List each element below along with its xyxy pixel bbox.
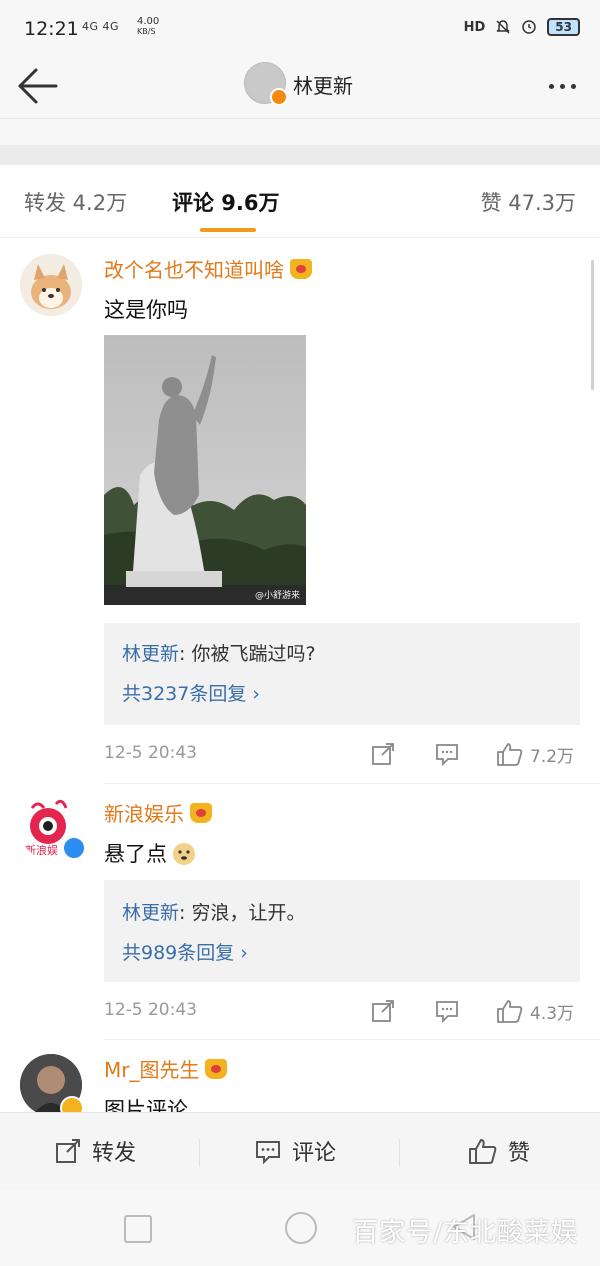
- reply-text: 穷浪，让开。: [191, 902, 306, 924]
- bar-separator: [399, 1139, 400, 1167]
- reply-count-link[interactable]: 共989条回复 ›: [122, 938, 248, 965]
- active-tab-indicator: [200, 228, 256, 232]
- like-button[interactable]: 7.2万: [496, 741, 574, 767]
- shiba-dog-avatar-icon: [20, 254, 82, 316]
- comment-image[interactable]: @小舒游来: [104, 335, 306, 605]
- comment-divider: [104, 1039, 600, 1040]
- alarm-icon: [522, 20, 537, 34]
- reply-author[interactable]: 林更新: [122, 902, 179, 924]
- comment-text: 悬了点: [104, 842, 167, 866]
- repost-button[interactable]: 转发: [54, 1135, 136, 1167]
- share-icon: [372, 1000, 394, 1022]
- recent-apps-button[interactable]: [124, 1215, 152, 1243]
- reply-button[interactable]: [434, 998, 460, 1024]
- reply-line: 林更新: 穷浪，让开。: [122, 898, 305, 925]
- reply-separator: :: [179, 643, 192, 665]
- network-speed-unit: KB/S: [137, 27, 156, 36]
- more-dot-icon: [548, 83, 554, 89]
- page-title[interactable]: 林更新: [293, 70, 353, 99]
- hd-icon: HD: [463, 19, 486, 35]
- comment-icon: [436, 744, 458, 767]
- thumbs-up-icon: [497, 743, 523, 766]
- watermark: 百家号/东北酸菜娱: [352, 1218, 578, 1248]
- share-button[interactable]: [370, 998, 396, 1024]
- like-button[interactable]: 赞: [468, 1135, 530, 1167]
- comment-timestamp: 12-5 20:43: [104, 743, 197, 763]
- network-indicator: 4G 4G: [82, 20, 120, 33]
- commenter-name-text: Mr_图先生: [104, 1058, 200, 1082]
- status-icons: HD 53: [464, 18, 580, 36]
- share-button[interactable]: [370, 741, 396, 767]
- like-count: 4.3万: [530, 1003, 575, 1024]
- home-button[interactable]: [285, 1212, 317, 1244]
- like-count: 7.2万: [530, 746, 575, 767]
- repost-icon: [56, 1139, 80, 1163]
- reply-button[interactable]: [434, 741, 460, 767]
- comment-icon: [256, 1141, 280, 1165]
- commenter-name-text: 改个名也不知道叫啥: [104, 258, 284, 282]
- thumbs-up-icon: [497, 1000, 523, 1023]
- commenter-name[interactable]: 新浪娱乐: [104, 798, 212, 827]
- more-options-button[interactable]: [542, 66, 582, 106]
- commenter-avatar[interactable]: [20, 254, 82, 316]
- image-watermark: @小舒游来: [254, 591, 300, 601]
- reply-line: 林更新: 你被飞踹过吗?: [122, 639, 316, 666]
- reply-count-link[interactable]: 共3237条回复 ›: [122, 679, 260, 706]
- comment-text: 这是你吗: [104, 298, 188, 322]
- status-bar: 12:21 4G 4G 4.00 KB/S HD 53: [0, 0, 600, 56]
- more-dot-icon: [570, 83, 576, 89]
- doge-emoji-icon: [173, 843, 195, 865]
- reply-author[interactable]: 林更新: [122, 643, 179, 665]
- comment-list[interactable]: 改个名也不知道叫啥 这是你吗 @小舒游来 林更新: 你被飞踹过吗? 共3237条…: [0, 238, 600, 1112]
- comment-tabs: 转发 4.2万 评论 9.6万 赞 47.3万: [0, 165, 600, 238]
- reply-preview[interactable]: 林更新: 你被飞踹过吗? 共3237条回复 ›: [104, 623, 580, 725]
- verified-badge-icon: [62, 836, 86, 860]
- bottom-action-bar: 转发 评论 赞: [0, 1112, 600, 1191]
- share-icon: [372, 743, 394, 765]
- battery-indicator: 53: [547, 18, 580, 36]
- verified-badge-icon: [270, 88, 288, 106]
- section-separator: [0, 145, 600, 165]
- crown-badge-icon: [190, 802, 212, 823]
- tab-like[interactable]: 赞 47.3万: [481, 187, 576, 217]
- comment-button[interactable]: 评论: [254, 1135, 336, 1167]
- reply-separator: :: [179, 902, 192, 924]
- top-nav-bar: 林更新: [0, 56, 600, 119]
- like-label: 赞: [508, 1141, 531, 1166]
- repost-label: 转发: [92, 1141, 137, 1166]
- reply-text: 你被飞踹过吗?: [191, 643, 316, 665]
- back-button[interactable]: [16, 64, 60, 108]
- comment-text-row: 悬了点: [104, 838, 197, 868]
- network-speed: 4.00 KB/S: [137, 17, 159, 37]
- tab-repost[interactable]: 转发 4.2万: [24, 187, 127, 217]
- back-arrow-icon: [18, 68, 58, 104]
- crown-badge-icon: [205, 1058, 228, 1079]
- network-speed-value: 4.00: [137, 16, 160, 27]
- reply-preview[interactable]: 林更新: 穷浪，让开。 共989条回复 ›: [104, 880, 580, 982]
- bar-separator: [199, 1139, 200, 1167]
- tab-comment[interactable]: 评论 9.6万: [172, 187, 280, 217]
- more-dot-icon: [559, 83, 565, 89]
- commenter-name[interactable]: Mr_图先生: [104, 1054, 228, 1083]
- status-time: 12:21: [24, 18, 79, 40]
- like-button[interactable]: 4.3万: [496, 998, 574, 1024]
- avatar-label: 新浪娱: [25, 843, 58, 857]
- comment-label: 评论: [292, 1141, 337, 1166]
- commenter-name-text: 新浪娱乐: [104, 802, 184, 826]
- comment-divider: [104, 783, 600, 784]
- statue-photo-image: [104, 335, 306, 605]
- thumbs-up-icon: [469, 1139, 497, 1164]
- crown-badge-icon: [290, 258, 312, 279]
- comment-timestamp: 12-5 20:43: [104, 1000, 197, 1020]
- commenter-name[interactable]: 改个名也不知道叫啥: [104, 254, 312, 283]
- comment-text: 图片评论: [104, 1098, 188, 1112]
- verified-badge-icon: [60, 1096, 84, 1112]
- system-navigation-bar: 百家号/东北酸菜娱: [0, 1190, 600, 1266]
- scrollbar[interactable]: [591, 260, 594, 390]
- mute-bell-icon: [496, 20, 510, 34]
- comment-icon: [436, 1001, 458, 1024]
